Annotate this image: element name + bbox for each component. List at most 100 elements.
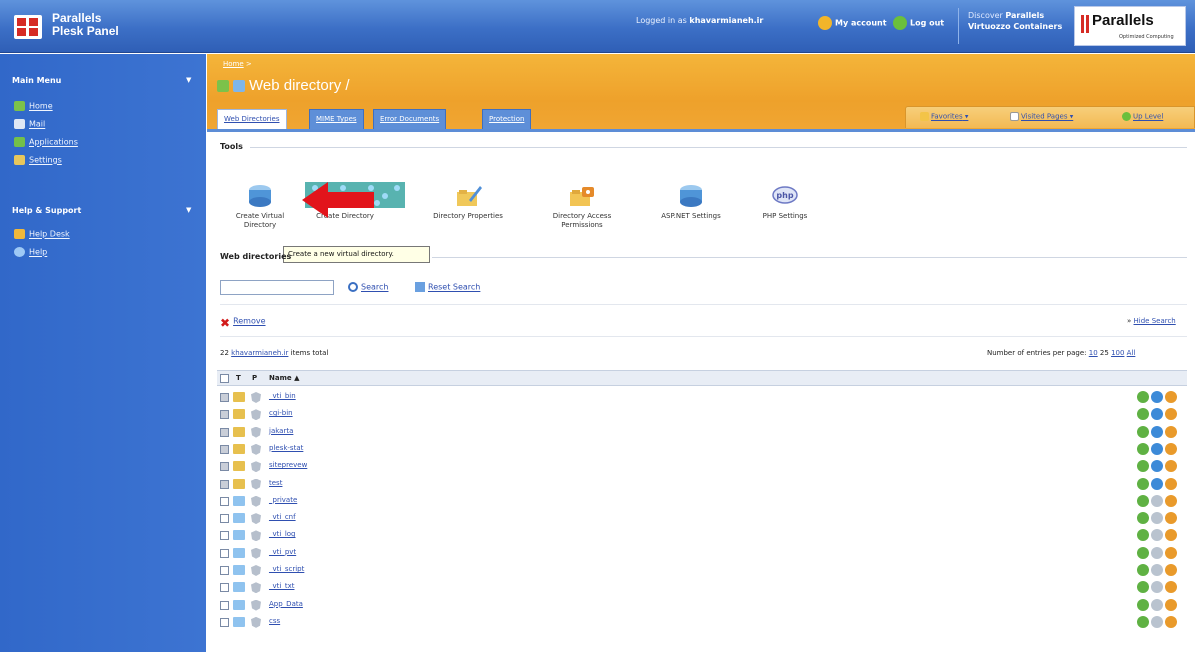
tab-web-directories[interactable]: Web Directories: [217, 109, 287, 129]
reset-search-button[interactable]: Reset Search: [415, 282, 480, 292]
domain-link[interactable]: khavarmianeh.ir: [231, 349, 288, 357]
settings-icon[interactable]: [1151, 442, 1163, 455]
directory-name-link[interactable]: plesk-stat: [269, 444, 303, 452]
php-settings-button[interactable]: php PHP Settings: [745, 182, 825, 221]
collapse-help-icon[interactable]: ▼: [186, 206, 191, 214]
directory-name-link[interactable]: jakarta: [269, 427, 293, 435]
browse-icon[interactable]: [1137, 529, 1149, 542]
per-page-100[interactable]: 100: [1111, 349, 1124, 357]
row-checkbox[interactable]: [220, 583, 229, 593]
lock-icon[interactable]: [1165, 425, 1177, 438]
per-page-10[interactable]: 10: [1089, 349, 1098, 357]
visited-pages-menu[interactable]: Visited Pages ▾: [1010, 112, 1073, 121]
lock-icon[interactable]: [1165, 477, 1177, 490]
directory-name-link[interactable]: _vti_log: [269, 530, 296, 538]
directory-name-link[interactable]: _private: [269, 496, 297, 504]
collapse-main-menu-icon[interactable]: ▼: [186, 76, 191, 84]
lock-icon[interactable]: [1165, 615, 1177, 628]
hide-search-link[interactable]: » Hide Search: [1127, 317, 1176, 325]
settings-icon[interactable]: [1151, 615, 1163, 628]
directory-name-link[interactable]: _vti_script: [269, 565, 304, 573]
settings-icon[interactable]: [1151, 477, 1163, 490]
column-t[interactable]: T: [236, 374, 241, 382]
browse-icon[interactable]: [1137, 564, 1149, 576]
browse-icon[interactable]: [1137, 494, 1149, 507]
tab-protection[interactable]: Protection: [482, 109, 532, 129]
directory-name-link[interactable]: App_Data: [269, 600, 303, 608]
settings-icon[interactable]: [1151, 581, 1163, 594]
lock-icon[interactable]: [1165, 442, 1177, 455]
browse-icon[interactable]: [1137, 408, 1149, 421]
sidebar-item-mail[interactable]: Mail: [14, 119, 45, 129]
directory-name-link[interactable]: _vti_bin: [269, 392, 296, 400]
browse-icon[interactable]: [1137, 512, 1149, 525]
browse-icon[interactable]: [1137, 581, 1149, 594]
lock-icon[interactable]: [1165, 460, 1177, 473]
lock-icon[interactable]: [1165, 408, 1177, 421]
tab-error-documents[interactable]: Error Documents: [373, 109, 447, 129]
directory-name-link[interactable]: _vti_cnf: [269, 513, 296, 521]
row-checkbox[interactable]: [220, 479, 229, 489]
row-checkbox[interactable]: [220, 427, 229, 437]
directory-name-link[interactable]: cgi-bin: [269, 409, 293, 417]
row-checkbox[interactable]: [220, 444, 229, 454]
browse-icon[interactable]: [1137, 546, 1149, 559]
lock-icon[interactable]: [1165, 391, 1177, 403]
settings-icon[interactable]: [1151, 425, 1163, 438]
sidebar-item-help-desk[interactable]: Help Desk: [14, 229, 70, 239]
browse-icon[interactable]: [1137, 615, 1149, 628]
tab-mime-types[interactable]: MIME Types: [309, 109, 364, 129]
settings-icon[interactable]: [1151, 546, 1163, 559]
column-p[interactable]: P: [252, 374, 257, 382]
row-checkbox[interactable]: [220, 548, 229, 558]
settings-icon[interactable]: [1151, 598, 1163, 611]
browse-icon[interactable]: [1137, 442, 1149, 455]
lock-icon[interactable]: [1165, 512, 1177, 525]
select-all-checkbox[interactable]: [220, 374, 229, 383]
remove-button[interactable]: ✖ Remove: [220, 316, 266, 330]
parallels-logo[interactable]: Parallels Optimized Computing: [1074, 6, 1186, 46]
directory-properties-button[interactable]: Directory Properties: [428, 182, 508, 221]
browse-icon[interactable]: [1137, 477, 1149, 490]
up-level-link[interactable]: Up Level: [1122, 112, 1163, 121]
lock-icon[interactable]: [1165, 529, 1177, 542]
browse-icon[interactable]: [1137, 391, 1149, 403]
row-checkbox[interactable]: [220, 514, 229, 524]
sidebar-item-home[interactable]: Home: [14, 101, 53, 111]
settings-icon[interactable]: [1151, 529, 1163, 542]
plesk-logo[interactable]: Parallels Plesk Panel: [14, 12, 174, 42]
settings-icon[interactable]: [1151, 564, 1163, 576]
settings-icon[interactable]: [1151, 391, 1163, 403]
directory-name-link[interactable]: test: [269, 479, 282, 487]
breadcrumb-home-link[interactable]: Home: [223, 60, 244, 68]
browse-icon[interactable]: [1137, 598, 1149, 611]
settings-icon[interactable]: [1151, 460, 1163, 473]
sidebar-item-settings[interactable]: Settings: [14, 155, 62, 165]
column-name[interactable]: Name ▲: [269, 374, 299, 382]
my-account-link[interactable]: My account: [818, 16, 887, 30]
row-checkbox[interactable]: [220, 600, 229, 610]
settings-icon[interactable]: [1151, 494, 1163, 507]
lock-icon[interactable]: [1165, 546, 1177, 559]
per-page-all[interactable]: All: [1127, 349, 1136, 357]
log-out-link[interactable]: Log out: [893, 16, 944, 30]
row-checkbox[interactable]: [220, 617, 229, 627]
discover-link[interactable]: Discover Parallels Virtuozzo Containers: [968, 10, 1062, 32]
search-button[interactable]: Search: [348, 282, 388, 292]
lock-icon[interactable]: [1165, 494, 1177, 507]
directory-access-permissions-button[interactable]: Directory Access Permissions: [542, 182, 622, 230]
directory-name-link[interactable]: _vti_pvt: [269, 548, 296, 556]
search-input[interactable]: [220, 280, 334, 295]
lock-icon[interactable]: [1165, 598, 1177, 611]
directory-name-link[interactable]: siteprevew: [269, 461, 307, 469]
row-checkbox[interactable]: [220, 462, 229, 472]
sidebar-item-applications[interactable]: Applications: [14, 137, 78, 147]
aspnet-settings-button[interactable]: ASP.NET Settings: [651, 182, 731, 221]
sidebar-item-help[interactable]: Help: [14, 247, 47, 257]
browse-icon[interactable]: [1137, 425, 1149, 438]
row-checkbox[interactable]: [220, 410, 229, 420]
row-checkbox[interactable]: [220, 393, 229, 402]
row-checkbox[interactable]: [220, 566, 229, 575]
directory-name-link[interactable]: _vti_txt: [269, 582, 294, 590]
settings-icon[interactable]: [1151, 408, 1163, 421]
